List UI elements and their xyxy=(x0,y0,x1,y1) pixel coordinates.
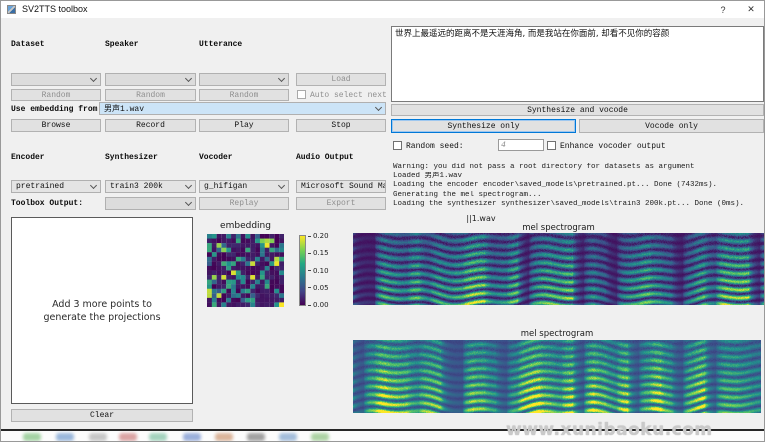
colorbar-tick: 0.00 xyxy=(308,301,329,309)
mel-spectrogram-bottom xyxy=(353,340,761,413)
embedding-colorbar xyxy=(299,235,306,306)
background-artifact xyxy=(183,433,201,441)
replay-button[interactable]: Replay xyxy=(199,197,289,210)
colorbar-tick: 0.05 xyxy=(308,284,329,292)
help-button[interactable]: ? xyxy=(710,1,736,18)
clear-button[interactable]: Clear xyxy=(11,409,193,422)
projections-message: Add 3 more points to generate the projec… xyxy=(43,298,160,324)
encoder-value: pretrained xyxy=(16,182,64,191)
speaker-label: Speaker xyxy=(105,40,139,49)
embedding-source-value: 男声1.wav xyxy=(104,103,144,114)
chevron-down-icon xyxy=(90,181,97,188)
browse-button[interactable]: Browse xyxy=(11,119,101,132)
utterance-dropdown[interactable] xyxy=(199,73,289,86)
synthesizer-dropdown[interactable]: train3 200k xyxy=(105,180,196,193)
colorbar-tick: 0.20 xyxy=(308,232,329,240)
window-title: SV2TTS toolbox xyxy=(22,4,88,14)
synthesizer-value: train3 200k xyxy=(110,182,163,191)
log-line: Loading the synthesizer synthesizer\save… xyxy=(393,200,765,209)
colorbar-tick: 0.15 xyxy=(308,249,329,257)
vocoder-dropdown[interactable]: g_hifigan xyxy=(199,180,289,193)
dataset-random-button[interactable]: Random xyxy=(11,89,101,101)
chevron-down-icon xyxy=(185,74,192,81)
chevron-down-icon xyxy=(375,103,382,110)
mel-spectrogram-bottom-title: mel spectrogram xyxy=(353,329,761,339)
background-artifact xyxy=(56,433,74,441)
background-artifact xyxy=(279,433,297,441)
embedding-heatmap xyxy=(207,234,284,307)
vocode-only-button[interactable]: Vocode only xyxy=(579,119,764,133)
dataset-label: Dataset xyxy=(11,40,45,49)
close-button[interactable]: ✕ xyxy=(738,1,764,18)
chevron-down-icon xyxy=(278,181,285,188)
synthesizer-label: Synthesizer xyxy=(105,153,158,162)
log-line: Loaded 男声1.wav xyxy=(393,172,765,181)
toolbox-output-label: Toolbox Output: xyxy=(11,199,83,208)
random-seed-label: Random seed: xyxy=(406,142,464,151)
random-seed-checkbox[interactable] xyxy=(393,141,402,150)
speaker-random-button[interactable]: Random xyxy=(105,89,196,101)
log-line: Generating the mel spectrogram... xyxy=(393,191,765,200)
background-artifact xyxy=(247,433,265,441)
utterance-label: Utterance xyxy=(199,40,242,49)
chevron-down-icon xyxy=(90,74,97,81)
speaker-dropdown[interactable] xyxy=(105,73,196,86)
audio-output-label: Audio Output xyxy=(296,153,354,162)
app-icon xyxy=(7,5,16,14)
utterance-random-button[interactable]: Random xyxy=(199,89,289,101)
toolbox-output-dropdown[interactable] xyxy=(105,197,196,210)
dataset-dropdown[interactable] xyxy=(11,73,101,86)
vocoder-label: Vocoder xyxy=(199,153,233,162)
chevron-down-icon xyxy=(185,181,192,188)
sv2tts-toolbox-window: SV2TTS toolbox ? ✕ Dataset Speaker Utter… xyxy=(0,0,765,442)
embedding-source-dropdown[interactable]: 男声1.wav xyxy=(99,102,386,115)
seed-input[interactable]: 4 xyxy=(498,139,544,151)
encoder-label: Encoder xyxy=(11,153,45,162)
audio-output-dropdown[interactable]: Microsoft Sound Mapp xyxy=(296,180,386,193)
log-output: Warning: you did not pass a root directo… xyxy=(393,163,765,209)
mel-spectrogram-top-title: mel spectrogram xyxy=(353,223,764,233)
background-artifact xyxy=(311,433,329,441)
stop-button[interactable]: Stop xyxy=(296,119,386,132)
synthesis-text-input[interactable]: 世界上最遥远的距离不是天涯海角, 而是我站在你面前, 却看不见你的容颜 xyxy=(391,26,764,102)
background-artifact xyxy=(89,433,107,441)
colorbar-tick: 0.10 xyxy=(308,267,329,275)
export-button[interactable]: Export xyxy=(296,197,386,210)
watermark: www.xunibaoku.com xyxy=(506,420,713,440)
colorbar-tick-labels: 0.20 0.15 0.10 0.05 0.00 xyxy=(308,232,329,309)
synthesize-only-button[interactable]: Synthesize only xyxy=(391,119,576,133)
embedding-plot-title: embedding xyxy=(207,221,284,231)
mel-spectrogram-top xyxy=(353,233,764,305)
encoder-dropdown[interactable]: pretrained xyxy=(11,180,101,193)
synthesize-and-vocode-button[interactable]: Synthesize and vocode xyxy=(391,104,764,116)
auto-select-next-label: Auto select next xyxy=(310,91,387,100)
current-wav-label: ||1.wav xyxy=(441,214,521,223)
background-artifact xyxy=(119,433,137,441)
log-line: Loading the encoder encoder\saved_models… xyxy=(393,181,765,190)
use-embedding-label: Use embedding from: xyxy=(11,105,102,114)
background-artifact xyxy=(215,433,233,441)
auto-select-next-checkbox[interactable] xyxy=(297,90,306,99)
load-button[interactable]: Load xyxy=(296,73,386,86)
log-line: Warning: you did not pass a root directo… xyxy=(393,163,765,172)
audio-output-value: Microsoft Sound Mapp xyxy=(301,182,386,191)
background-artifact xyxy=(149,433,167,441)
enhance-vocoder-label: Enhance vocoder output xyxy=(560,142,666,151)
title-bar: SV2TTS toolbox ? ✕ xyxy=(1,1,765,18)
enhance-vocoder-checkbox[interactable] xyxy=(547,141,556,150)
play-button[interactable]: Play xyxy=(199,119,289,132)
chevron-down-icon xyxy=(185,198,192,205)
record-button[interactable]: Record xyxy=(105,119,196,132)
projections-area: Add 3 more points to generate the projec… xyxy=(11,217,193,404)
vocoder-value: g_hifigan xyxy=(204,182,247,191)
chevron-down-icon xyxy=(278,74,285,81)
background-artifact xyxy=(23,433,41,441)
